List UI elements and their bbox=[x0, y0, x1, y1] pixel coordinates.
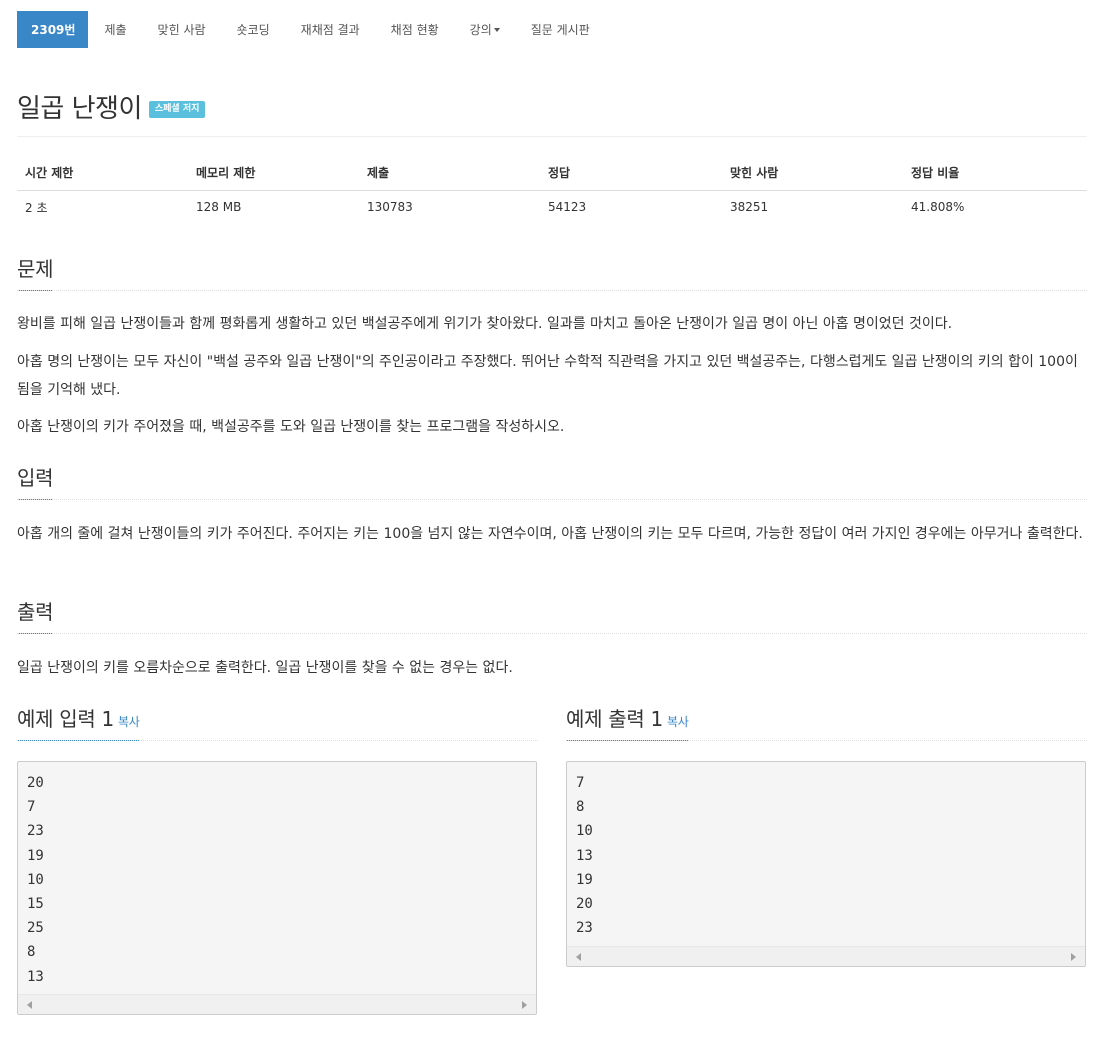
problem-paragraph: 아홉 난쟁이의 키가 주어졌을 때, 백설공주를 도와 일곱 난쟁이를 찾는 프… bbox=[17, 419, 565, 435]
output-description: 일곱 난쟁이의 키를 오름차순으로 출력한다. 일곱 난쟁이를 찾을 수 없는 … bbox=[17, 660, 513, 676]
accept-ratio-value: 41.808% bbox=[911, 200, 965, 215]
tab-solvers[interactable]: 맞힌 사람 bbox=[142, 11, 221, 48]
output-heading: 출력 bbox=[17, 596, 54, 634]
copy-sample-output-link[interactable]: 복사 bbox=[667, 715, 689, 729]
sample-output-box[interactable]: 7 8 10 13 19 20 23 bbox=[566, 761, 1086, 967]
submissions-value: 130783 bbox=[367, 200, 413, 215]
accepted-header: 정답 bbox=[540, 156, 722, 191]
info-header-row: 시간 제한 메모리 제한 제출 정답 맞힌 사람 정답 비율 bbox=[17, 156, 1087, 191]
problem-tabs: 2309번 제출 맞힌 사람 숏코딩 재채점 결과 채점 현황 강의 질문 게시… bbox=[17, 11, 605, 48]
sample-input-box[interactable]: 20 7 23 19 10 15 25 8 13 bbox=[17, 761, 537, 1015]
title-divider bbox=[17, 136, 1087, 137]
problem-paragraph: 왕비를 피해 일곱 난쟁이들과 함께 평화롭게 생활하고 있던 백설공주에게 위… bbox=[17, 316, 953, 332]
tab-rejudge-results[interactable]: 재채점 결과 bbox=[285, 11, 375, 48]
horizontal-scrollbar[interactable] bbox=[567, 946, 1085, 966]
problem-title-row: 일곱 난쟁이 스페셜 저지 bbox=[17, 88, 206, 125]
copy-sample-input-link[interactable]: 복사 bbox=[118, 715, 140, 729]
accept-ratio-header: 정답 비율 bbox=[903, 156, 1087, 191]
scroll-left-icon[interactable] bbox=[576, 953, 581, 961]
submissions-header: 제출 bbox=[359, 156, 540, 191]
sample-input-text: 20 7 23 19 10 15 25 8 13 bbox=[27, 775, 44, 985]
memory-limit-header: 메모리 제한 bbox=[188, 156, 359, 191]
tab-question-board[interactable]: 질문 게시판 bbox=[515, 11, 605, 48]
caret-down-icon bbox=[493, 27, 500, 32]
tab-judge-status[interactable]: 채점 현황 bbox=[375, 11, 454, 48]
problem-info-table: 시간 제한 메모리 제한 제출 정답 맞힌 사람 정답 비율 2 초 128 M… bbox=[17, 156, 1087, 224]
problem-heading: 문제 bbox=[17, 253, 54, 291]
solvers-header: 맞힌 사람 bbox=[722, 156, 903, 191]
info-value-row: 2 초 128 MB 130783 54123 38251 41.808% bbox=[17, 190, 1087, 224]
time-limit-value: 2 초 bbox=[25, 200, 48, 215]
sample-output-text: 7 8 10 13 19 20 23 bbox=[576, 775, 593, 937]
tab-short-coding[interactable]: 숏코딩 bbox=[221, 11, 285, 48]
tab-submit[interactable]: 제출 bbox=[88, 11, 141, 48]
scroll-right-icon[interactable] bbox=[522, 1001, 527, 1009]
solvers-value: 38251 bbox=[730, 200, 769, 215]
special-judge-badge: 스페셜 저지 bbox=[148, 100, 206, 119]
scroll-left-icon[interactable] bbox=[27, 1001, 32, 1009]
memory-limit-value: 128 MB bbox=[196, 200, 242, 215]
page-title: 일곱 난쟁이 bbox=[17, 94, 142, 124]
tab-problem[interactable]: 2309번 bbox=[17, 11, 89, 48]
scroll-right-icon[interactable] bbox=[1071, 953, 1076, 961]
sample-output-header: 예제 출력 1 복사 bbox=[566, 703, 1087, 741]
sample-output-heading: 예제 출력 1 복사 bbox=[566, 703, 689, 741]
input-description: 아홉 개의 줄에 걸쳐 난쟁이들의 키가 주어진다. 주어지는 키는 100을 … bbox=[17, 526, 1083, 542]
output-section-header: 출력 bbox=[17, 596, 1087, 634]
sample-input-header: 예제 입력 1 복사 bbox=[17, 703, 538, 741]
time-limit-header: 시간 제한 bbox=[17, 156, 188, 191]
accepted-value: 54123 bbox=[548, 200, 587, 215]
sample-input-heading: 예제 입력 1 복사 bbox=[17, 703, 140, 741]
problem-page: 2309번 제출 맞힌 사람 숏코딩 재채점 결과 채점 현황 강의 질문 게시… bbox=[0, 0, 1111, 1040]
problem-paragraph: 아홉 명의 난쟁이는 모두 자신이 "백설 공주와 일곱 난쟁이"의 주인공이라… bbox=[17, 354, 1078, 398]
input-section-header: 입력 bbox=[17, 462, 1087, 500]
input-heading: 입력 bbox=[17, 462, 54, 500]
tab-lectures[interactable]: 강의 bbox=[454, 11, 515, 48]
horizontal-scrollbar[interactable] bbox=[18, 994, 536, 1014]
problem-section-header: 문제 bbox=[17, 253, 1087, 291]
